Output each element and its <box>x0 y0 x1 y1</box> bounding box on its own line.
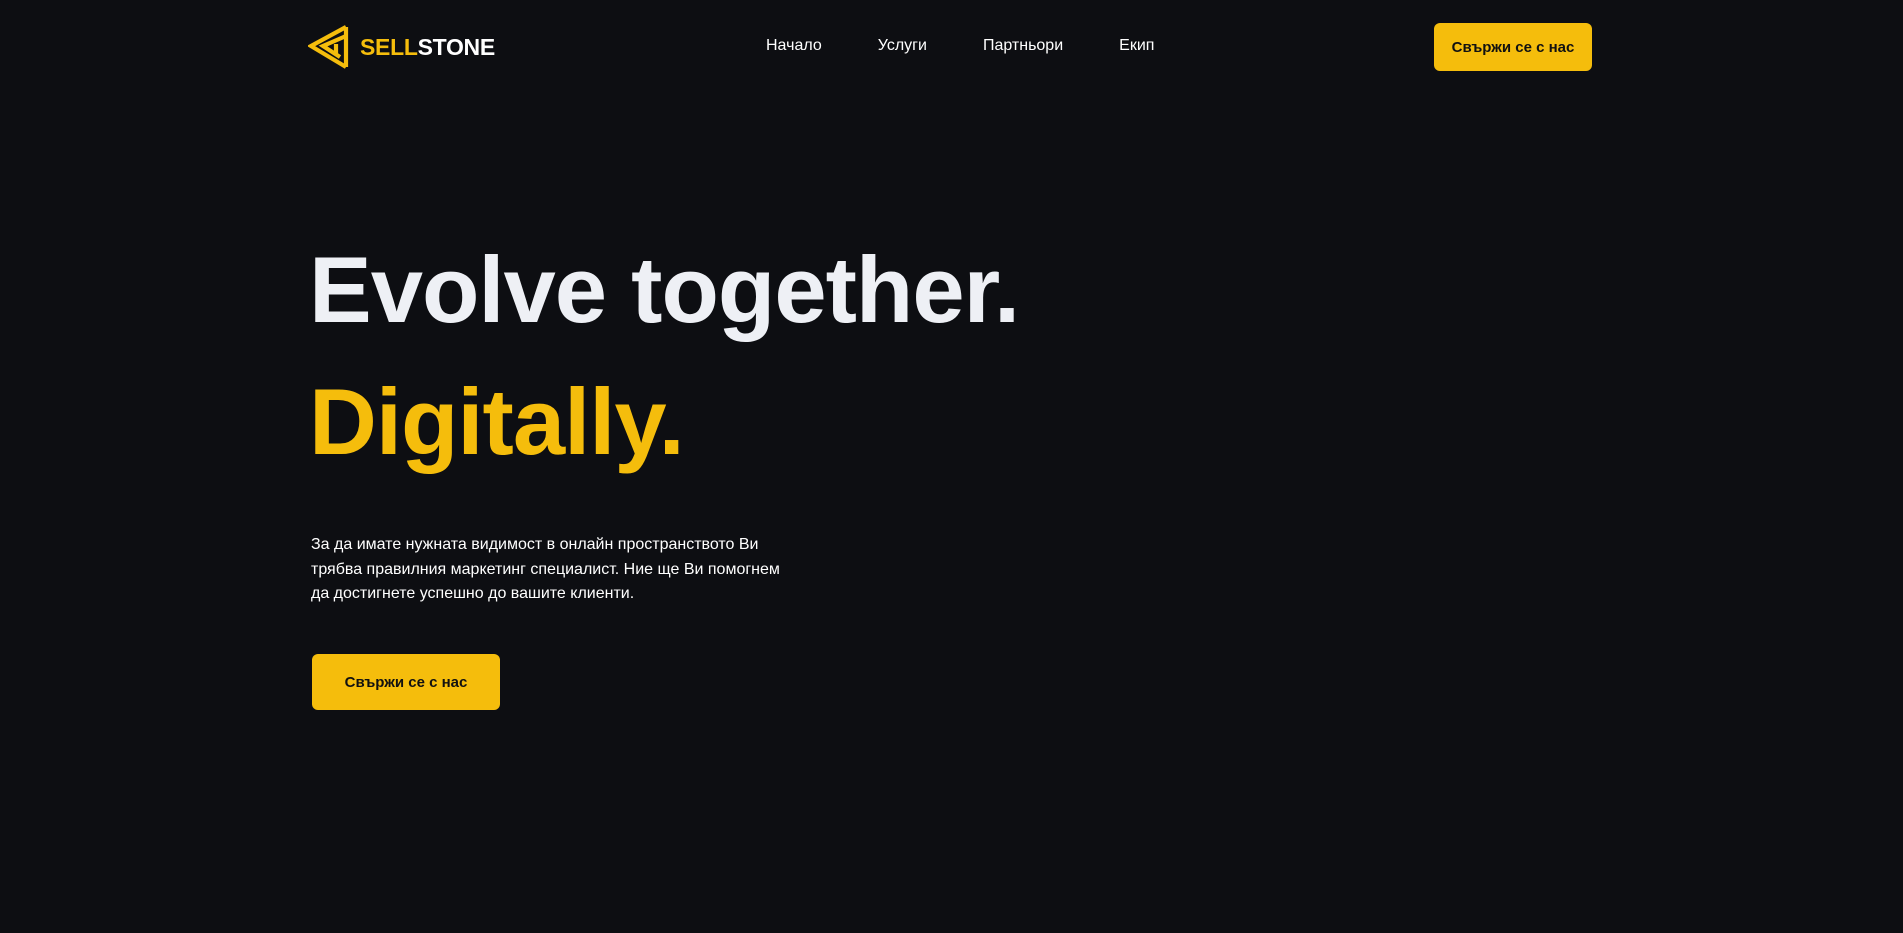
brand-name-sell: SELL <box>360 33 418 60</box>
hero-description-line: да достигнете успешно до вашите клиенти. <box>311 585 635 602</box>
hero-subtitle: Digitally. <box>309 369 685 474</box>
nav-item-partners[interactable]: Партньори <box>983 34 1063 58</box>
hero-contact-button[interactable]: Свържи се с нас <box>312 654 500 710</box>
hero-description: За да имате нужната видимост в онлайн пр… <box>311 533 811 607</box>
brand-name: SELLSTONE <box>360 34 495 61</box>
hero-description-line: трябва правилния маркетинг специалист. Н… <box>311 560 780 578</box>
triangle-logo-icon <box>308 25 349 69</box>
main-nav: Начало Услуги Партньори Екип <box>766 34 1154 58</box>
landing-page: SELLSTONE Начало Услуги Партньори Екип С… <box>0 0 1903 933</box>
hero-title: Evolve together. <box>309 237 1020 342</box>
brand-logo-link[interactable]: SELLSTONE <box>308 24 495 70</box>
nav-item-team[interactable]: Екип <box>1119 34 1154 58</box>
nav-item-home[interactable]: Начало <box>766 34 822 58</box>
hero-description-line: За да имате нужната видимост в онлайн пр… <box>311 536 759 553</box>
nav-item-services[interactable]: Услуги <box>878 34 927 58</box>
site-header: SELLSTONE Начало Услуги Партньори Екип С… <box>0 0 1903 94</box>
brand-name-stone: STONE <box>417 33 496 60</box>
header-contact-button[interactable]: Свържи се с нас <box>1434 23 1592 71</box>
